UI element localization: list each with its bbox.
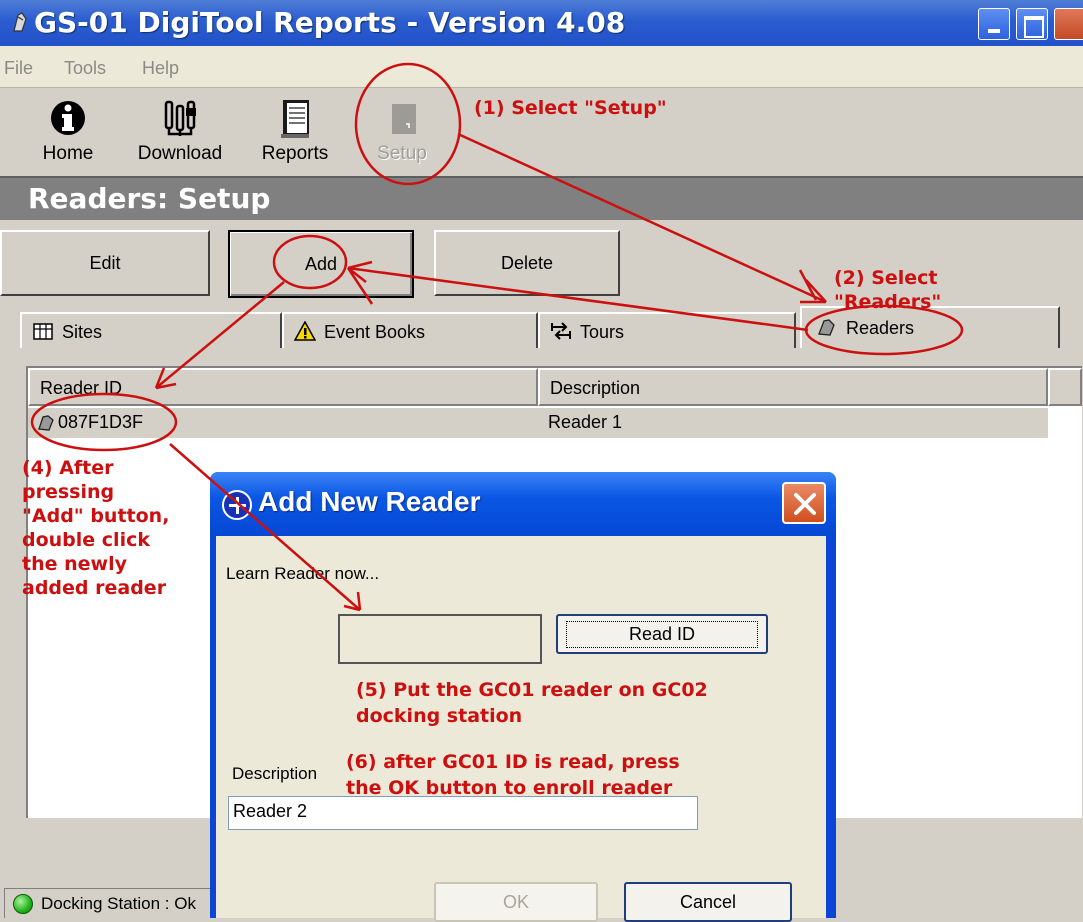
read-id-button[interactable]: Read ID — [556, 614, 768, 654]
sites-icon — [33, 323, 53, 340]
annotation-step4-line5: the newly — [22, 553, 127, 575]
menu-tools[interactable]: Tools — [64, 58, 106, 79]
annotation-step4-line2: pressing — [22, 481, 115, 503]
window-title: GS-01 DigiTool Reports - Version 4.08 — [34, 6, 626, 39]
column-reader-id[interactable]: Reader ID — [28, 368, 538, 406]
menu-file[interactable]: File — [4, 58, 33, 79]
title-bar: GS-01 DigiTool Reports - Version 4.08 — [0, 0, 1083, 46]
add-button[interactable]: Add — [228, 230, 414, 298]
dialog-close-button[interactable] — [782, 482, 826, 524]
arrow-step2-tick — [798, 269, 818, 301]
reader-id-cell: 087F1D3F — [58, 412, 144, 432]
tours-icon — [551, 322, 571, 340]
ok-label: OK — [502, 891, 529, 912]
reader-id-display — [338, 614, 542, 664]
table-row[interactable]: 087F1D3F Reader 1 — [28, 408, 1048, 438]
dialog-title: Add New Reader — [258, 486, 481, 517]
tab-tours-label: Tours — [580, 322, 625, 342]
status-ok-icon — [13, 894, 33, 914]
warning-icon — [294, 321, 316, 341]
maximize-button[interactable] — [1016, 8, 1048, 40]
tab-readers-label: Readers — [846, 318, 915, 338]
tab-event-books[interactable]: Event Books — [282, 312, 538, 348]
section-header: Readers: Setup — [0, 176, 1083, 220]
annotation-step4-line3: "Add" button, — [22, 505, 170, 527]
annotation-step5-line2: docking station — [356, 705, 523, 727]
page-title: Readers: Setup — [28, 182, 271, 215]
learn-prompt: Learn Reader now... — [226, 564, 380, 583]
dialog-app-icon — [222, 490, 252, 520]
setup-label: Setup — [377, 143, 427, 164]
tab-event-books-label: Event Books — [324, 322, 426, 342]
setup-button[interactable]: Setup — [364, 88, 440, 176]
ok-button[interactable]: OK — [434, 882, 598, 922]
description-input[interactable]: Reader 2 — [228, 796, 698, 830]
reader-row-icon — [38, 415, 54, 431]
reports-icon — [281, 100, 309, 138]
close-icon — [794, 493, 816, 515]
annotation-step6-line1: (6) after GC01 ID is read, press — [346, 751, 680, 773]
edit-label: Edit — [89, 252, 121, 273]
annotation-step4-line4: double click — [22, 529, 150, 551]
cancel-label: Cancel — [679, 891, 737, 912]
annotation-step2-line2: "Readers" — [834, 291, 942, 313]
annotation-step2-line1: (2) Select — [834, 267, 938, 289]
menu-bar: File Tools Help — [0, 46, 1083, 88]
home-label: Home — [42, 143, 94, 164]
annotation-step5-line1: (5) Put the GC01 reader on GC02 — [356, 679, 708, 701]
tab-sites-label: Sites — [62, 322, 103, 342]
status-text: Docking Station : Ok — [41, 894, 196, 913]
download-button[interactable]: Download — [126, 88, 234, 176]
column-description[interactable]: Description — [538, 368, 1048, 406]
delete-label: Delete — [500, 252, 554, 273]
reader-icon — [818, 319, 835, 336]
arrow-head-1 — [800, 279, 827, 304]
description-label: Description — [232, 764, 318, 783]
add-label: Add — [304, 253, 338, 274]
read-id-label: Read ID — [565, 620, 759, 648]
download-label: Download — [137, 143, 223, 164]
reports-label: Reports — [261, 143, 329, 164]
home-button[interactable]: Home — [26, 88, 110, 176]
dialog-title-bar: Add New Reader — [210, 472, 836, 536]
info-icon — [51, 101, 85, 135]
annotation-step1: (1) Select "Setup" — [474, 97, 667, 119]
annotation-step6-line2: the OK button to enroll reader — [346, 777, 673, 799]
minimize-button[interactable] — [978, 8, 1010, 40]
column-filler — [1048, 368, 1082, 406]
close-window-button[interactable] — [1054, 8, 1083, 40]
tab-sites[interactable]: Sites — [20, 312, 282, 348]
download-icon — [164, 100, 196, 136]
annotation-step4-line1: (4) After — [22, 457, 114, 479]
app-icon — [13, 12, 27, 32]
delete-button[interactable]: Delete — [434, 230, 620, 296]
description-cell: Reader 1 — [548, 412, 623, 432]
setup-icon — [392, 104, 416, 134]
reports-button[interactable]: Reports — [248, 88, 342, 176]
edit-button[interactable]: Edit — [0, 230, 210, 296]
cancel-button[interactable]: Cancel — [624, 882, 792, 922]
tab-tours[interactable]: Tours — [538, 312, 796, 348]
menu-help[interactable]: Help — [142, 58, 179, 79]
annotation-step4-line6: added reader — [22, 577, 167, 599]
